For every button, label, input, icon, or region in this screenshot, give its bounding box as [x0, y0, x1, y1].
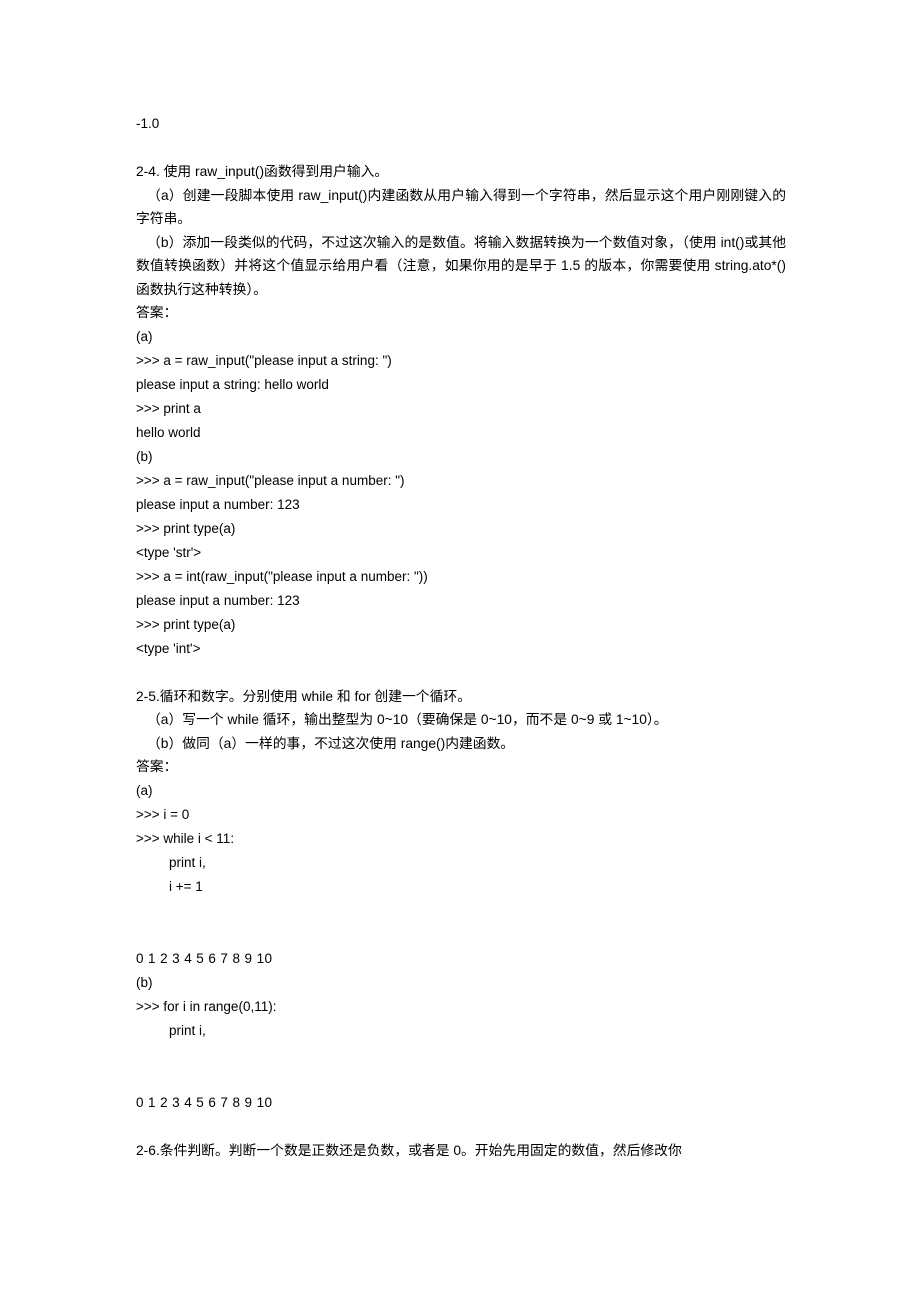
section-2-4-prompt-b: （b）添加一段类似的代码，不过这次输入的是数值。将输入数据转换为一个数值对象，（… — [136, 234, 786, 297]
code-line: >>> print type(a) — [136, 616, 236, 632]
program-output: 0 1 2 3 4 5 6 7 8 9 10 — [136, 1094, 273, 1110]
section-2-5-answer-label: 答案： — [136, 759, 178, 774]
code-line-indented: print i, — [169, 854, 206, 870]
output-gap — [136, 1043, 786, 1091]
section-2-4-prompt-a: （a）创建一段脚本使用 raw_input()内建函数从用户输入得到一个字符串，… — [136, 187, 786, 227]
code-line: >>> i = 0 — [136, 806, 190, 822]
code-line: <type 'str'> — [136, 544, 202, 560]
code-line: hello world — [136, 424, 201, 440]
code-line: >>> while i < 11: — [136, 830, 235, 846]
section-2-5-prompt-a: （a）写一个 while 循环，输出整型为 0~10（要确保是 0~10，而不是… — [147, 712, 668, 727]
section-2-5-prompt-b: （b）做同（a）一样的事，不过这次使用 range()内建函数。 — [147, 735, 515, 751]
section-2-4-answer-label: 答案： — [136, 305, 178, 320]
section-2-6-heading: 2-6.条件判断。判断一个数是正数还是负数，或者是 0。开始先用固定的数值，然后… — [136, 1142, 682, 1158]
code-line: >>> a = raw_input("please input a string… — [136, 352, 392, 368]
code-line: <type 'int'> — [136, 640, 201, 656]
document-body: -1.0 2-4. 使用 raw_input()函数得到用户输入。 （a）创建一… — [136, 112, 786, 1162]
code-line-indented: print i, — [169, 1022, 206, 1038]
code-line: >>> for i in range(0,11): — [136, 998, 277, 1014]
code-line: >>> a = raw_input("please input a number… — [136, 472, 405, 488]
code-line: >>> print a — [136, 400, 201, 416]
leading-value: -1.0 — [136, 116, 160, 131]
program-output: 0 1 2 3 4 5 6 7 8 9 10 — [136, 950, 273, 966]
section-2-5-heading: 2-5.循环和数字。分别使用 while 和 for 创建一个循环。 — [136, 688, 471, 704]
document-page: -1.0 2-4. 使用 raw_input()函数得到用户输入。 （a）创建一… — [0, 0, 920, 1302]
code-line: please input a number: 123 — [136, 496, 300, 512]
code-line-indented: i += 1 — [169, 878, 203, 894]
output-gap — [136, 899, 786, 947]
section-2-5-part-b-label: (b) — [136, 974, 153, 990]
section-2-5-part-a-label: (a) — [136, 782, 153, 798]
code-line: >>> print type(a) — [136, 520, 236, 536]
section-2-4-part-b-label: (b) — [136, 448, 153, 464]
code-line: please input a number: 123 — [136, 592, 300, 608]
section-2-4-part-a-label: (a) — [136, 328, 153, 344]
section-2-4-heading: 2-4. 使用 raw_input()函数得到用户输入。 — [136, 164, 389, 179]
code-line: >>> a = int(raw_input("please input a nu… — [136, 568, 428, 584]
code-line: please input a string: hello world — [136, 376, 329, 392]
